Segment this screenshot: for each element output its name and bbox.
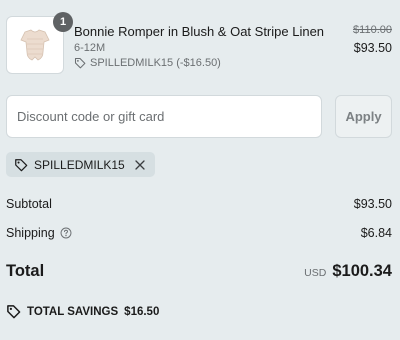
product-name: Bonnie Romper in Blush & Oat Stripe Line… <box>74 24 325 39</box>
tag-icon <box>74 57 86 69</box>
total-amount-group: USD $100.34 <box>304 262 392 281</box>
total-label: Total <box>6 262 45 280</box>
tag-icon <box>7 305 21 319</box>
quantity-badge: 1 <box>53 12 73 32</box>
product-variant: 6-12M <box>74 42 106 54</box>
total-savings-value: $16.50 <box>124 305 160 318</box>
remove-discount-button[interactable] <box>133 158 147 172</box>
total-savings-label: TOTAL SAVINGS <box>27 305 119 318</box>
cart-line-item: 1 Bonnie Romper in Blush & Oat Stripe Li… <box>6 12 394 74</box>
shipping-label-group: Shipping <box>6 226 72 240</box>
product-thumbnail: 1 <box>6 12 73 74</box>
apply-button[interactable]: Apply <box>335 95 392 138</box>
shipping-value: $6.84 <box>360 226 392 240</box>
help-icon[interactable] <box>60 227 72 239</box>
subtotal-value: $93.50 <box>353 197 392 211</box>
applied-discount-code: SPILLEDMILK15 <box>34 157 125 172</box>
shipping-label: Shipping <box>6 226 55 240</box>
applied-discount-chip: SPILLEDMILK15 <box>6 152 155 177</box>
line-discount: SPILLEDMILK15 (-$16.50) <box>74 57 221 69</box>
close-icon <box>135 159 145 170</box>
total-value: $100.34 <box>332 262 392 280</box>
subtotal-label: Subtotal <box>6 197 52 211</box>
shipping-row: Shipping $6.84 <box>6 226 392 240</box>
discount-code-input[interactable] <box>6 95 322 138</box>
original-price: $110.00 <box>353 24 392 36</box>
total-savings-row: TOTAL SAVINGS $16.50 <box>6 304 159 319</box>
subtotal-row: Subtotal $93.50 <box>6 197 392 211</box>
line-discount-text: SPILLEDMILK15 (-$16.50) <box>90 57 221 69</box>
final-price: $93.50 <box>353 41 392 55</box>
tag-icon <box>15 158 28 171</box>
romper-image-icon <box>20 29 50 61</box>
currency-code: USD <box>304 267 327 279</box>
total-row: Total USD $100.34 <box>6 262 392 281</box>
